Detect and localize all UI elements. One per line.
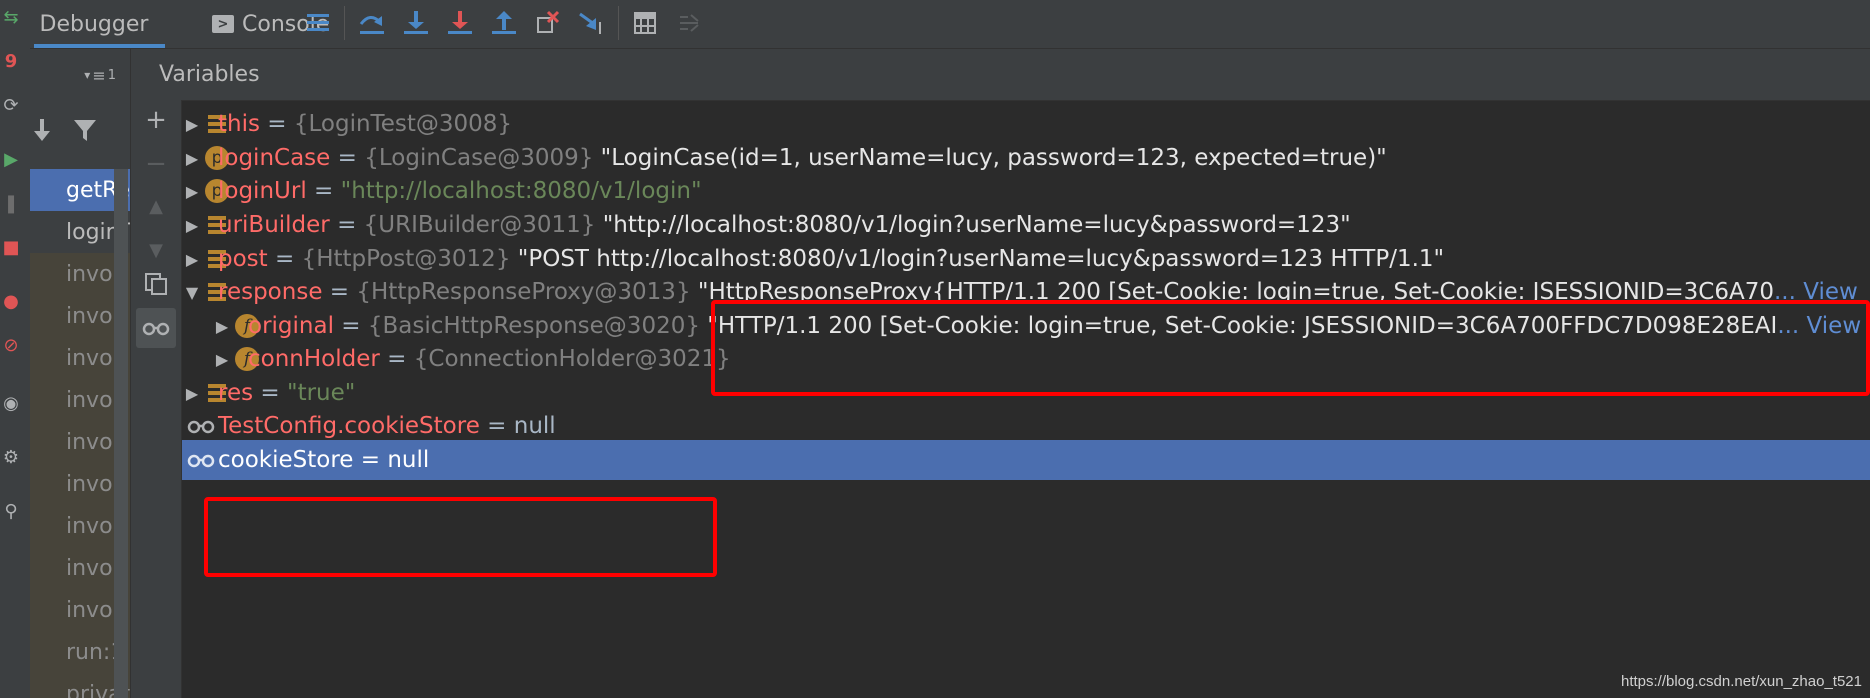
variable-value: "true" (287, 380, 356, 406)
tool-window-strip: ⇆ 9 ⟳ ▶ ❚ ■ ● ⊘ ◉ ⚙ ⚲ (0, 0, 31, 698)
equals-sign: = (479, 413, 514, 439)
tab-debugger[interactable]: Debugger (30, 0, 158, 48)
expand-arrow-icon[interactable]: ▶ (182, 179, 202, 203)
watch-entry: cookieStore = null (218, 440, 429, 480)
stop-icon[interactable]: ■ (0, 236, 22, 258)
view-breakpoints-icon[interactable]: ● (0, 290, 22, 312)
step-over-icon[interactable] (357, 8, 387, 38)
annotation-highlight-response (711, 300, 1870, 396)
collapse-arrow-icon[interactable]: ▼ (182, 280, 202, 304)
camera-icon[interactable]: ◉ (0, 392, 22, 414)
rerun-icon[interactable]: ⇆ (0, 6, 22, 28)
breakpoints-badge-icon[interactable]: 9 (0, 50, 22, 72)
resume-icon[interactable]: ▶ (0, 148, 22, 170)
frames-panel: ▾ ≡ 1 getRe loginT invok invok invok invok inv… (30, 49, 131, 698)
variable-type: {URIBuilder@3011} (363, 212, 596, 238)
equals-sign: = (253, 380, 287, 406)
variable-type: {BasicHttpResponse@3020} (367, 313, 700, 339)
filter-icon[interactable] (72, 117, 98, 143)
add-watch-icon[interactable]: + (136, 100, 176, 140)
expand-arrow-icon[interactable]: ▶ (182, 247, 202, 271)
variables-toolbar: + − ▲ ▼ (131, 100, 182, 698)
show-watches-icon[interactable] (136, 308, 176, 348)
equals-sign: = (353, 447, 388, 473)
dropdown-arrow-icon: ▾ (84, 68, 91, 82)
variable-type: {LoginCase@3009} (364, 145, 594, 171)
variable-name: uriBuilder (218, 212, 330, 238)
watch-expression: TestConfig.cookieStore (218, 413, 480, 439)
watch-value: null (387, 447, 430, 473)
annotation-highlight-cookiestore (204, 497, 717, 577)
variable-name: response (218, 279, 323, 305)
variable-type: {HttpPost@3012} (301, 246, 511, 272)
frames-toolbar (30, 109, 130, 159)
remove-watch-icon[interactable]: − (136, 144, 176, 184)
variable-name: original (248, 313, 334, 339)
arrow-down-icon[interactable] (32, 117, 52, 143)
expand-arrow-icon[interactable]: ▶ (182, 213, 202, 237)
watch-row-cookiestore[interactable]: cookieStore = null (182, 440, 1870, 480)
pause-icon[interactable]: ❚ (0, 192, 22, 214)
variable-value: "POST http://localhost:8080/v1/login?use… (510, 246, 1445, 272)
list-icon: ≡ (92, 65, 106, 85)
variable-name: loginUrl (218, 178, 307, 204)
force-step-into-icon[interactable] (445, 8, 475, 38)
frames-count-badge: 1 (107, 67, 116, 83)
variable-name: loginCase (218, 145, 331, 171)
variable-value: "LoginCase(id=1, userName=lucy, password… (593, 145, 1387, 171)
settings-restore-icon[interactable]: ⟳ (0, 94, 22, 116)
equals-sign: = (333, 313, 368, 339)
tab-debugger-label: Debugger (39, 11, 149, 37)
variable-type: {LoginTest@3008} (293, 111, 513, 137)
watermark: https://blog.csdn.net/xun_zhao_t521 (1620, 673, 1862, 690)
variables-title: Variables (159, 62, 260, 87)
watch-value: null (513, 413, 556, 439)
expand-arrow-icon[interactable]: ▶ (182, 146, 202, 170)
equals-sign: = (330, 145, 365, 171)
variable-type: {HttpResponseProxy@3013} (356, 279, 691, 305)
active-tab-indicator (34, 44, 165, 48)
equals-sign: = (329, 212, 364, 238)
frames-scrollbar[interactable] (114, 169, 128, 698)
evaluate-expression-icon[interactable] (630, 8, 660, 38)
pin-icon[interactable]: ⚲ (0, 500, 22, 522)
duplicate-watch-icon[interactable] (136, 264, 176, 304)
toolbar-divider (618, 6, 619, 40)
mute-breakpoints-icon[interactable]: ⊘ (0, 334, 22, 356)
variables-header: Variables (131, 49, 1870, 101)
watch-glasses-icon (186, 413, 216, 439)
gear-icon[interactable]: ⚙ (0, 446, 22, 468)
variable-name: res (218, 380, 254, 406)
equals-sign: = (259, 111, 294, 137)
toolbar-divider (344, 6, 345, 40)
frames-header[interactable]: ▾ ≡ 1 (30, 49, 130, 101)
expand-arrow-icon[interactable]: ▶ (182, 112, 202, 136)
step-into-icon[interactable] (401, 8, 431, 38)
variable-value: "http://localhost:8080/v1/login" (340, 178, 702, 204)
watch-expression: cookieStore (218, 447, 354, 473)
equals-sign: = (322, 279, 357, 305)
expand-arrow-icon[interactable]: ▶ (212, 347, 232, 371)
variable-type: {ConnectionHolder@3021} (413, 346, 731, 372)
variable-name: connHolder (248, 346, 380, 372)
variable-name: this (218, 111, 260, 137)
equals-sign: = (379, 346, 414, 372)
step-out-icon[interactable] (489, 8, 519, 38)
equals-sign: = (306, 178, 341, 204)
drop-frame-icon[interactable] (533, 8, 563, 38)
variable-value: "http://localhost:8080/v1/login?userName… (595, 212, 1351, 238)
show-frames-menu-icon[interactable] (303, 8, 333, 38)
run-to-cursor-icon[interactable] (577, 8, 607, 38)
expand-arrow-icon[interactable]: ▶ (182, 381, 202, 405)
console-icon: > (212, 15, 234, 33)
equals-sign: = (267, 246, 302, 272)
trace-over-icon[interactable] (674, 8, 704, 38)
expand-arrow-icon[interactable]: ▶ (212, 314, 232, 338)
move-up-icon[interactable]: ▲ (136, 186, 176, 226)
watch-glasses-icon (186, 447, 216, 473)
debug-toolbar: Debugger > Console (30, 0, 1870, 49)
variable-name: post (218, 246, 268, 272)
